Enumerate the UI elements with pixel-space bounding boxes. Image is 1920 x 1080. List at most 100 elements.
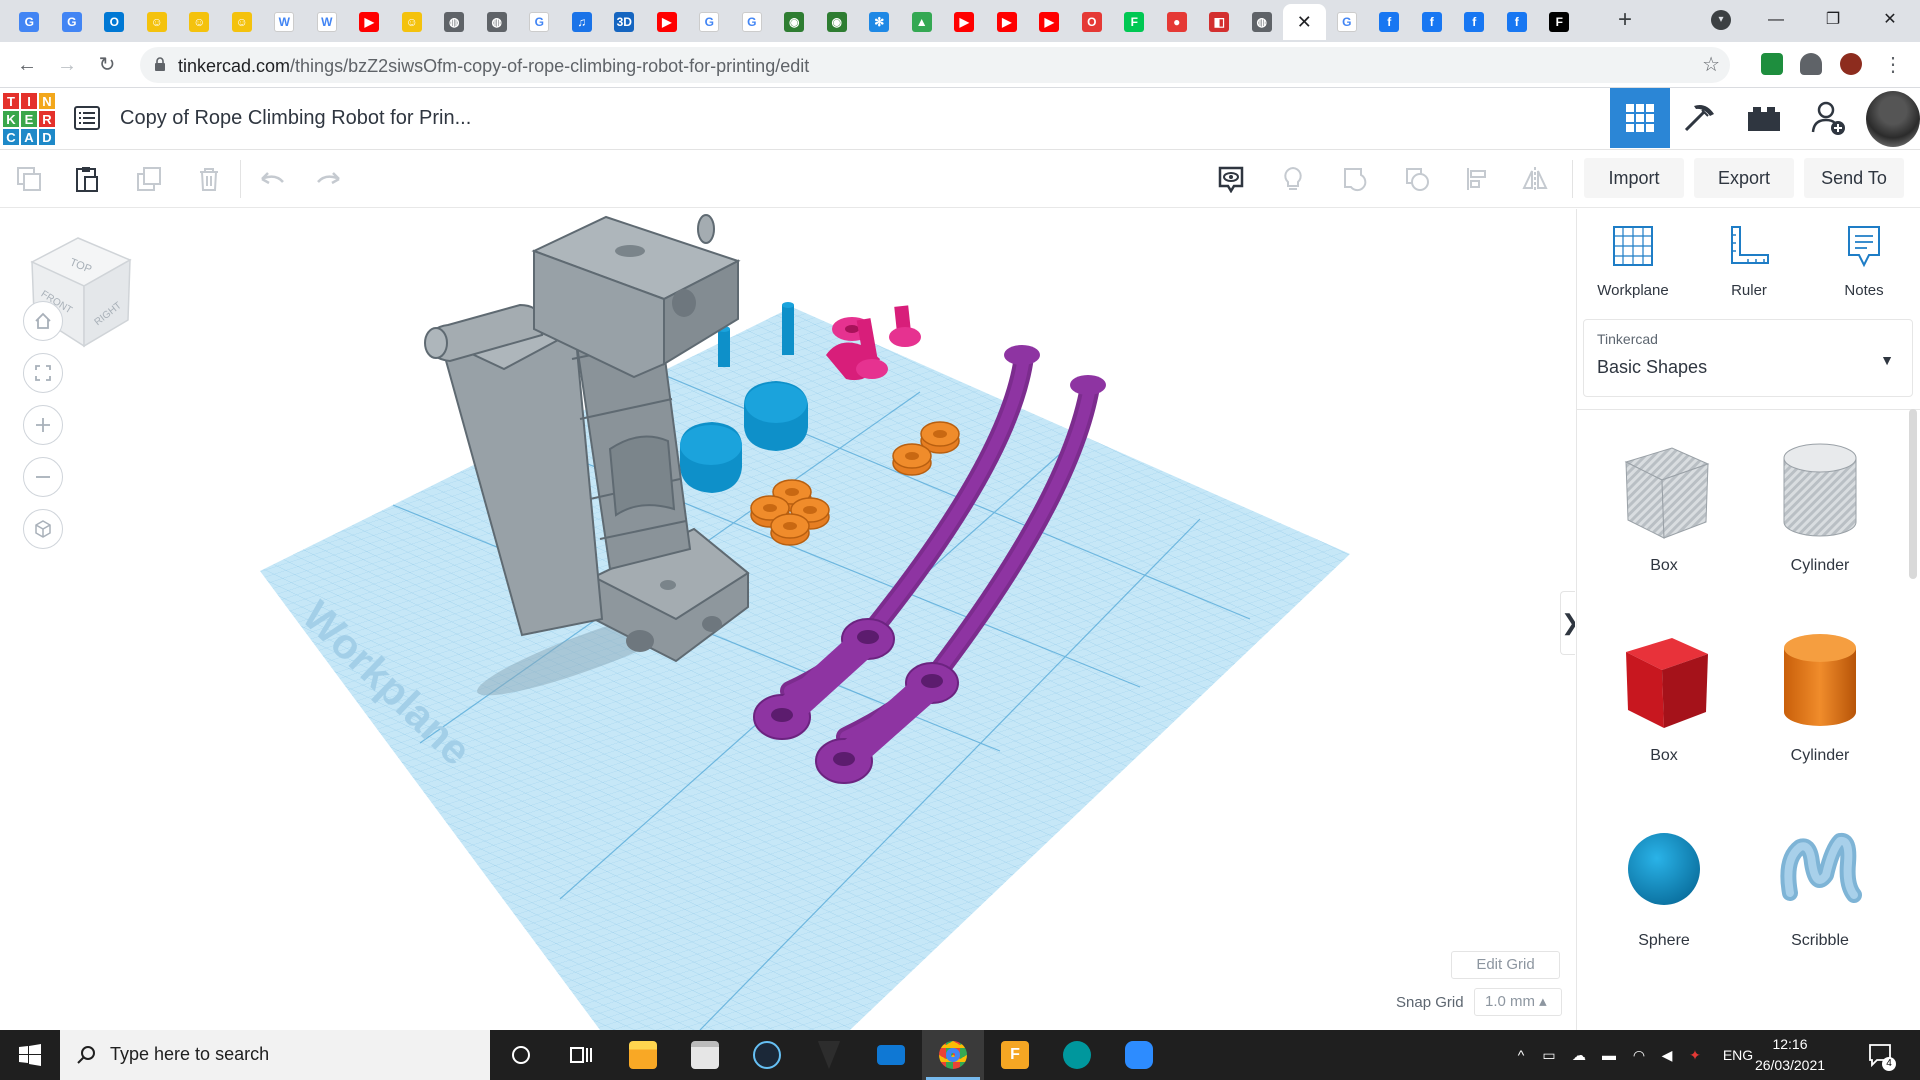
- design-title[interactable]: Copy of Rope Climbing Robot for Prin...: [120, 107, 471, 130]
- browser-tab[interactable]: ◍: [476, 4, 519, 40]
- lock-icon[interactable]: [154, 57, 166, 71]
- bookmark-star-icon[interactable]: ☆: [1702, 52, 1720, 77]
- browser-tab[interactable]: G: [731, 4, 774, 40]
- steam-app[interactable]: [736, 1030, 798, 1080]
- file-explorer-app[interactable]: [612, 1030, 674, 1080]
- close-window-button[interactable]: ✕: [1867, 0, 1913, 42]
- minimize-button[interactable]: —: [1753, 0, 1799, 42]
- tab-active[interactable]: ✕: [1283, 4, 1326, 40]
- browser-tab[interactable]: ▲: [901, 4, 944, 40]
- scene-canvas[interactable]: Workplane: [0, 209, 1575, 1030]
- store-app[interactable]: [674, 1030, 736, 1080]
- browser-tab[interactable]: F: [1538, 4, 1581, 40]
- fusion-app[interactable]: F: [984, 1030, 1046, 1080]
- paste-button[interactable]: [70, 162, 104, 196]
- browser-tab[interactable]: G: [1326, 4, 1369, 40]
- browser-tab[interactable]: ◉: [773, 4, 816, 40]
- home-view-button[interactable]: [23, 301, 63, 341]
- browser-tab[interactable]: f: [1496, 4, 1539, 40]
- browser-tab[interactable]: ●: [1156, 4, 1199, 40]
- browser-tab[interactable]: ◍: [1241, 4, 1284, 40]
- puzzle-extensions-icon[interactable]: [1800, 53, 1822, 75]
- browser-tab[interactable]: ◍: [433, 4, 476, 40]
- shape-scribble[interactable]: Scribble: [1750, 819, 1890, 950]
- browser-tab[interactable]: ☺: [178, 4, 221, 40]
- arduino-app[interactable]: [1046, 1030, 1108, 1080]
- shape-box[interactable]: Box: [1594, 624, 1734, 765]
- reload-button[interactable]: ↻: [92, 50, 122, 80]
- task-view-button[interactable]: [550, 1030, 612, 1080]
- browser-tab[interactable]: ◧: [1198, 4, 1241, 40]
- browser-tab[interactable]: ▶: [646, 4, 689, 40]
- add-user-button[interactable]: [1798, 88, 1858, 148]
- predator-app[interactable]: [798, 1030, 860, 1080]
- ungroup-button[interactable]: [1400, 162, 1434, 196]
- group-button[interactable]: [1338, 162, 1372, 196]
- browser-tab[interactable]: ▶: [1028, 4, 1071, 40]
- zoom-out-button[interactable]: [23, 457, 63, 497]
- ruler-tool[interactable]: Ruler: [1699, 223, 1799, 299]
- battery-tray-icon[interactable]: ▬: [1596, 1030, 1622, 1080]
- blocks-view-button[interactable]: [1670, 88, 1730, 148]
- align-button[interactable]: [1460, 162, 1494, 196]
- wifi-tray-icon[interactable]: ◠: [1626, 1030, 1652, 1080]
- mirror-button[interactable]: [1518, 162, 1552, 196]
- device-tray-icon[interactable]: ▭: [1536, 1030, 1562, 1080]
- profile-avatar[interactable]: [1840, 53, 1862, 75]
- copy-button[interactable]: [12, 162, 46, 196]
- notes-tool[interactable]: Notes: [1814, 223, 1914, 299]
- browser-tab[interactable]: G: [8, 4, 51, 40]
- browser-tab[interactable]: f: [1368, 4, 1411, 40]
- browser-tab[interactable]: ☺: [391, 4, 434, 40]
- panel-scrollbar[interactable]: [1909, 409, 1917, 579]
- send-to-button[interactable]: Send To: [1804, 158, 1904, 198]
- browser-tab[interactable]: ♫: [561, 4, 604, 40]
- close-icon[interactable]: ✕: [1294, 12, 1314, 32]
- forward-button[interactable]: →: [52, 50, 82, 80]
- shape-library-select[interactable]: Tinkercad Basic Shapes ▼: [1583, 319, 1913, 397]
- tinkercad-logo[interactable]: TINKERCAD: [2, 92, 56, 146]
- 3d-viewport[interactable]: Workplane TOP FRONT RIGHT Edit Grid Snap…: [0, 209, 1575, 1030]
- browser-tab[interactable]: O: [1071, 4, 1114, 40]
- start-button[interactable]: [0, 1030, 60, 1080]
- shape-cylinder-hole[interactable]: Cylinder: [1750, 434, 1890, 575]
- browser-tab[interactable]: O: [93, 4, 136, 40]
- browser-tab[interactable]: f: [1411, 4, 1454, 40]
- browser-tab[interactable]: G: [688, 4, 731, 40]
- edit-grid-button[interactable]: Edit Grid: [1451, 951, 1560, 979]
- browser-tab[interactable]: ✻: [858, 4, 901, 40]
- browser-tab[interactable]: G: [51, 4, 94, 40]
- user-avatar[interactable]: [1866, 91, 1920, 147]
- browser-tab[interactable]: F: [1113, 4, 1156, 40]
- back-button[interactable]: ←: [12, 50, 42, 80]
- show-all-button[interactable]: [1214, 162, 1248, 196]
- browser-tab[interactable]: G: [518, 4, 561, 40]
- zoom-in-button[interactable]: [23, 405, 63, 445]
- address-bar[interactable]: tinkercad.com/things/bzZ2siwsOfm-copy-of…: [140, 47, 1730, 83]
- export-button[interactable]: Export: [1694, 158, 1794, 198]
- shape-cylinder[interactable]: Cylinder: [1750, 624, 1890, 765]
- browser-tab[interactable]: ▶: [943, 4, 986, 40]
- show-hidden-icons-button[interactable]: ^: [1508, 1030, 1534, 1080]
- 3d-design-view-button[interactable]: [1610, 88, 1670, 148]
- snap-grid-select[interactable]: 1.0 mm ▴: [1474, 988, 1562, 1016]
- collapse-panel-button[interactable]: ❯: [1560, 591, 1575, 655]
- chrome-app[interactable]: [922, 1030, 984, 1080]
- bricks-view-button[interactable]: [1734, 88, 1794, 148]
- browser-tab[interactable]: ◉: [816, 4, 859, 40]
- fit-view-button[interactable]: [23, 353, 63, 393]
- browser-tab[interactable]: ☺: [221, 4, 264, 40]
- shape-sphere[interactable]: Sphere: [1594, 819, 1734, 950]
- workplane-tool[interactable]: Workplane: [1583, 223, 1683, 299]
- checkmark-extension-icon[interactable]: [1761, 53, 1783, 75]
- shape-box-hole[interactable]: Box: [1594, 434, 1734, 575]
- browser-tab[interactable]: ☺: [136, 4, 179, 40]
- clock[interactable]: 12:16 26/03/2021: [1750, 1034, 1830, 1076]
- maximize-button[interactable]: ❐: [1810, 0, 1856, 42]
- cortana-button[interactable]: [490, 1030, 552, 1080]
- import-button[interactable]: Import: [1584, 158, 1684, 198]
- taskbar-search[interactable]: Type here to search: [60, 1030, 490, 1080]
- mail-app[interactable]: [860, 1030, 922, 1080]
- onedrive-tray-icon[interactable]: ☁: [1566, 1030, 1592, 1080]
- delete-button[interactable]: [192, 162, 226, 196]
